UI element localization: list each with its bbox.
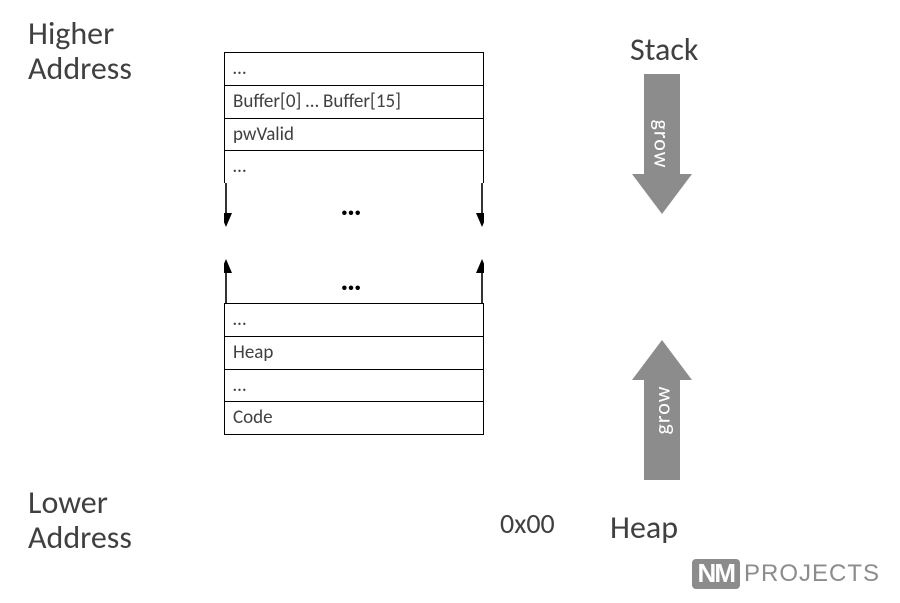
label-higher-line1: Higher: [28, 16, 132, 51]
logo-nm: NM: [692, 559, 740, 589]
heap-grow-arrow: grow: [632, 340, 692, 480]
label-higher-address: Higher Address: [28, 16, 132, 86]
heap-label: Heap: [610, 508, 678, 547]
logo: NM PROJECTS: [692, 559, 880, 589]
label-lower-address: Lower Address: [28, 485, 132, 555]
label-higher-line2: Address: [28, 51, 132, 86]
label-lower-line2: Address: [28, 520, 132, 555]
heap-grow-text: grow: [649, 386, 676, 435]
gap-dots-lower: …: [224, 262, 484, 299]
stack-grow-text: grow: [649, 120, 676, 169]
memory-row: …: [225, 53, 483, 86]
memory-upper-block: … Buffer[0] … Buffer[15] pwValid …: [224, 52, 484, 183]
memory-row: pwValid: [225, 119, 483, 152]
stack-grow-arrow: grow: [632, 74, 692, 214]
memory-row: …: [225, 304, 483, 337]
label-lower-line1: Lower: [28, 485, 132, 520]
memory-row: …: [225, 151, 483, 183]
memory-row: Buffer[0] … Buffer[15]: [225, 86, 483, 119]
memory-row: Heap: [225, 337, 483, 370]
logo-projects: PROJECTS: [744, 560, 880, 588]
memory-column: … Buffer[0] … Buffer[15] pwValid … … … ……: [224, 52, 484, 435]
address-zero: 0x00: [500, 506, 555, 541]
memory-row: Code: [225, 402, 483, 434]
memory-gap: … …: [224, 183, 484, 303]
memory-row: …: [225, 370, 483, 403]
bracket-down-icon: [224, 183, 484, 235]
stack-label: Stack: [630, 30, 698, 69]
memory-lower-block: … Heap … Code: [224, 303, 484, 435]
